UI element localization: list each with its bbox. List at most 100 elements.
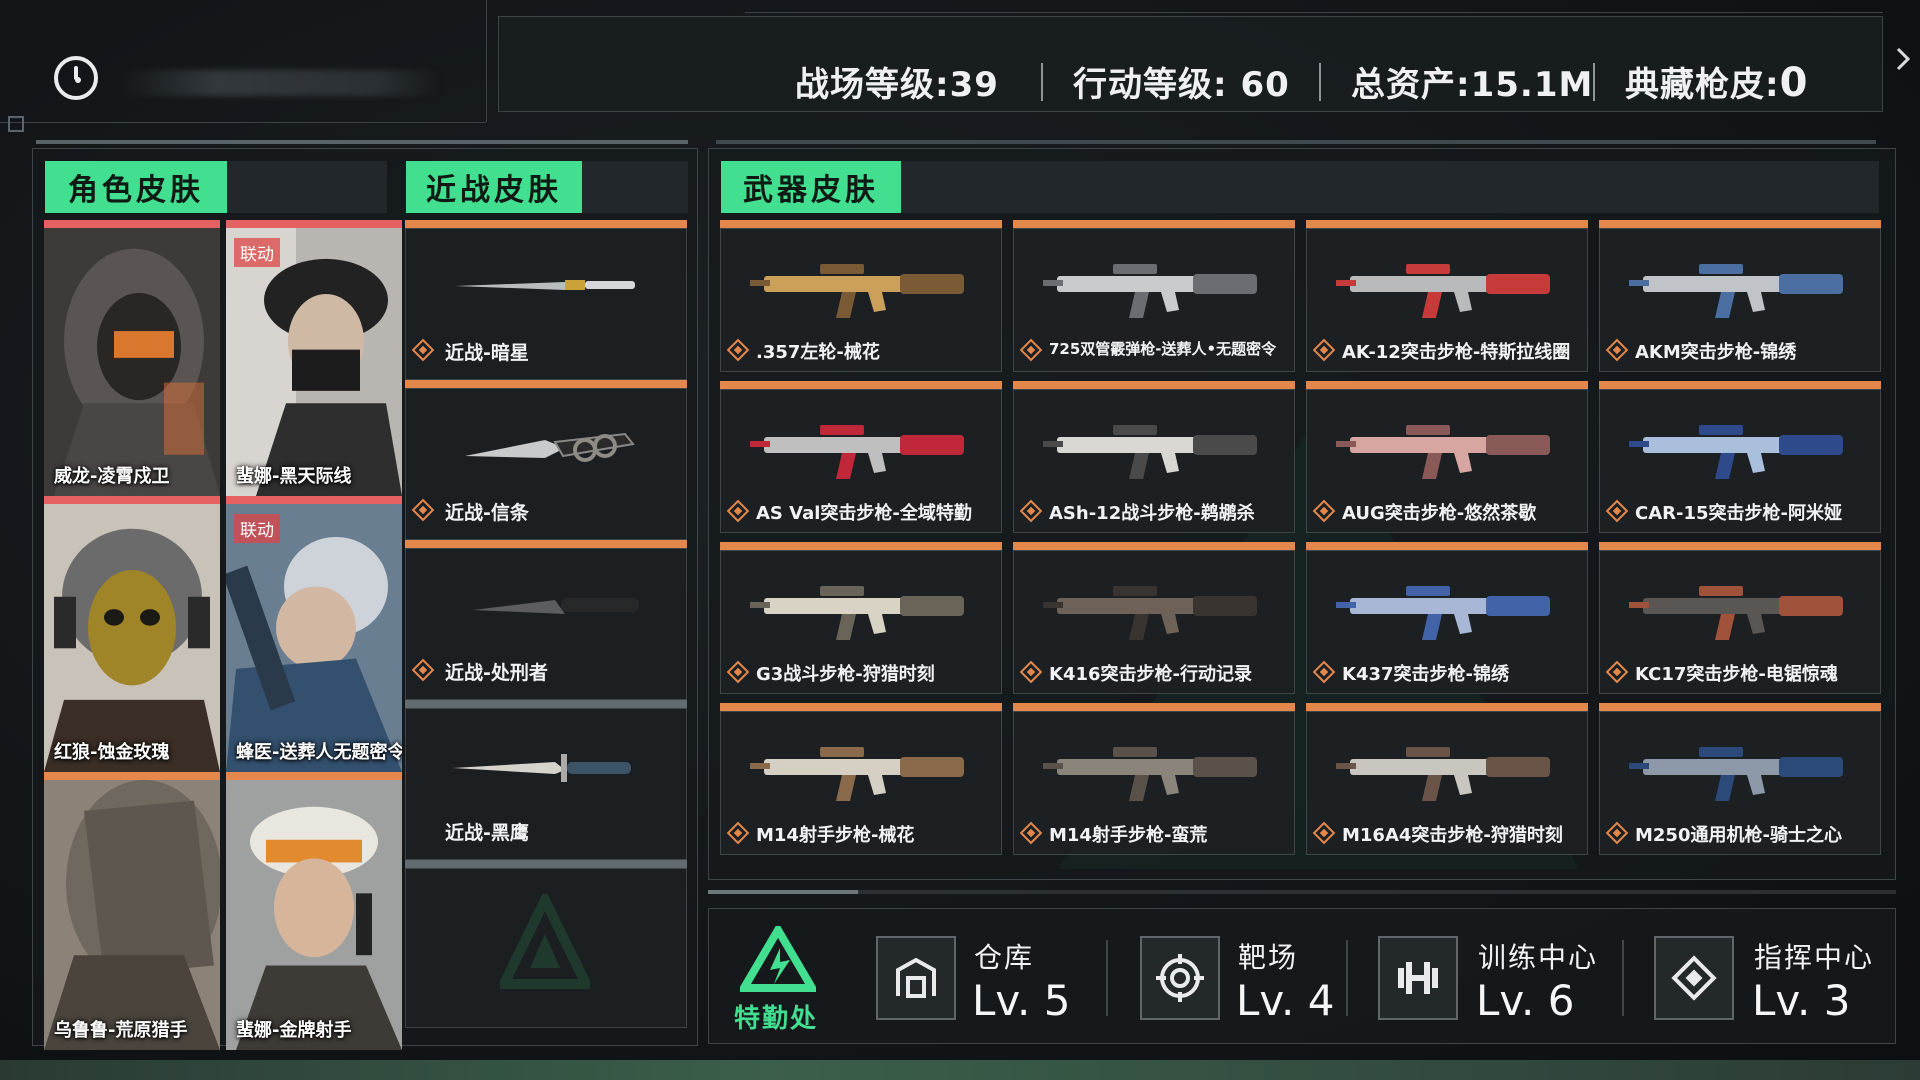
weapon-name: AS Val突击步枪-全域特勤	[756, 503, 972, 524]
collab-badge: 联动	[234, 238, 280, 267]
weapon-card[interactable]: M14射手步枪-蛮荒	[1013, 703, 1295, 855]
weapon-card[interactable]: ASh-12战斗步枪-鹈鹕杀	[1013, 381, 1295, 533]
weapon-image	[750, 264, 964, 318]
collection-skins: 典藏枪皮:0	[1625, 57, 1808, 106]
weapon-name: K437突击步枪-锦绣	[1342, 664, 1509, 685]
weapon-image	[1629, 747, 1843, 801]
melee-name: 近战-黑鹰	[445, 822, 529, 844]
stat-separator	[1041, 63, 1043, 101]
weapon-image	[1336, 264, 1550, 318]
weapon-name: M250通用机枪-骑士之心	[1635, 825, 1842, 846]
facility-name: 仓库	[974, 941, 1035, 974]
operation-level-label: 行动等级:	[1073, 65, 1241, 105]
scrollbar-thumb[interactable]	[708, 890, 858, 894]
weapon-card[interactable]: M16A4突击步枪-狩猎时刻	[1306, 703, 1588, 855]
weapon-image	[1043, 747, 1257, 801]
collab-badge: 联动	[234, 514, 280, 543]
divider	[0, 122, 486, 123]
weapon-name: M14射手步枪-蛮荒	[1049, 825, 1208, 846]
weapon-card[interactable]: AKM突击步枪-锦绣	[1599, 220, 1881, 372]
weapon-image	[1043, 264, 1257, 318]
collection-skins-value: 0	[1779, 60, 1809, 106]
character-card[interactable]: 联动 蜂医-送葬人无题密令	[226, 496, 402, 772]
weapon-image	[750, 747, 964, 801]
weapon-image	[750, 586, 964, 640]
character-portrait	[226, 780, 402, 1050]
dumbbell-icon	[1398, 962, 1438, 994]
character-name: 威龙-凌霄戍卫	[54, 466, 170, 487]
melee-card[interactable]: 近战-信条	[405, 380, 687, 540]
weapon-card[interactable]: KC17突击步枪-电锯惊魂	[1599, 542, 1881, 694]
weapon-image	[1336, 425, 1550, 479]
chevron-right-icon[interactable]	[1894, 46, 1912, 72]
character-name: 蜚娜-金牌射手	[236, 1020, 352, 1041]
battlefield-level: 战场等级:39	[795, 57, 999, 106]
logistics-icon	[740, 926, 816, 992]
battlefield-level-value: 39	[949, 65, 999, 105]
target-icon	[1156, 954, 1204, 1002]
weapon-card[interactable]: AK-12突击步枪-特斯拉线圈	[1306, 220, 1588, 372]
weapon-image	[1043, 425, 1257, 479]
weapon-name: M14射手步枪-械花	[756, 825, 915, 846]
facility-warehouse-button[interactable]	[876, 936, 956, 1020]
total-assets-label: 总资产:	[1351, 65, 1471, 105]
facility-training-button[interactable]	[1378, 936, 1458, 1020]
character-card[interactable]: 乌鲁鲁-荒原猎手	[44, 772, 220, 1050]
character-card[interactable]: 联动 蜚娜-黑天际线	[226, 220, 402, 496]
player-stats-bar: 战场等级:39 行动等级: 60 总资产:15.1M 典藏枪皮:0	[498, 16, 1883, 112]
tab-filler	[227, 161, 387, 213]
operation-level-value: 60	[1240, 65, 1290, 105]
character-name: 乌鲁鲁-荒原猎手	[54, 1020, 188, 1041]
weapon-name: M16A4突击步枪-狩猎时刻	[1342, 825, 1563, 846]
tab-weapon-skins[interactable]: 武器皮肤	[721, 161, 901, 213]
facility-range-button[interactable]	[1140, 936, 1220, 1020]
clock-icon[interactable]	[54, 56, 98, 100]
weapon-image	[1629, 586, 1843, 640]
weapon-name: G3战斗步枪-狩猎时刻	[756, 664, 935, 685]
character-portrait	[226, 228, 402, 496]
tab-melee-skins[interactable]: 近战皮肤	[406, 161, 582, 213]
weapon-card[interactable]: K437突击步枪-锦绣	[1306, 542, 1588, 694]
weapon-name: CAR-15突击步枪-阿米娅	[1635, 503, 1842, 524]
weapon-image	[1336, 586, 1550, 640]
logistics-button[interactable]: 特勤处	[718, 918, 838, 1034]
character-name: 蜂医-送葬人无题密令	[236, 742, 402, 763]
battlefield-level-label: 战场等级:	[795, 65, 950, 105]
weapon-card[interactable]: K416突击步枪-行动记录	[1013, 542, 1295, 694]
weapon-card[interactable]: M250通用机枪-骑士之心	[1599, 703, 1881, 855]
scrollbar-track[interactable]	[708, 890, 1896, 894]
melee-name: 近战-暗星	[445, 342, 529, 364]
knife-image	[473, 598, 639, 614]
facility-level: Lv. 3	[1752, 976, 1851, 1025]
character-name: 红狼-蚀金玫瑰	[54, 742, 170, 763]
facility-command-button[interactable]	[1654, 936, 1734, 1020]
melee-card[interactable]: 近战-暗星	[405, 220, 687, 380]
tab-character-skins[interactable]: 角色皮肤	[45, 161, 227, 213]
weapon-card[interactable]: G3战斗步枪-狩猎时刻	[720, 542, 1002, 694]
character-card[interactable]: 蜚娜-金牌射手	[226, 772, 402, 1050]
weapon-card[interactable]: AUG突击步枪-悠然茶歇	[1306, 381, 1588, 533]
weapon-name: AKM突击步枪-锦绣	[1635, 342, 1797, 363]
character-card[interactable]: 红狼-蚀金玫瑰	[44, 496, 220, 772]
delta-logo-icon	[500, 894, 590, 989]
weapon-card[interactable]: .357左轮-械花	[720, 220, 1002, 372]
melee-name: 近战-处刑者	[445, 662, 548, 684]
weapon-card[interactable]: AS Val突击步枪-全域特勤	[720, 381, 1002, 533]
operation-level: 行动等级: 60	[1073, 57, 1290, 106]
weapon-card[interactable]: CAR-15突击步枪-阿米娅	[1599, 381, 1881, 533]
character-portrait	[44, 780, 220, 1050]
facility-name: 训练中心	[1478, 941, 1599, 974]
weapon-image	[1336, 747, 1550, 801]
weapon-name: ASh-12战斗步枪-鹈鹕杀	[1049, 503, 1255, 524]
melee-card[interactable]: 近战-处刑者	[405, 540, 687, 700]
knife-image	[465, 432, 635, 462]
melee-card[interactable]: 近战-黑鹰	[405, 700, 687, 860]
command-icon	[1671, 955, 1717, 1001]
bottom-strip	[0, 1060, 1920, 1080]
divider	[745, 12, 1883, 13]
character-card[interactable]: 威龙-凌霄戍卫	[44, 220, 220, 496]
weapon-card[interactable]: M14射手步枪-械花	[720, 703, 1002, 855]
weapon-name: K416突击步枪-行动记录	[1049, 664, 1252, 685]
divider	[486, 0, 487, 122]
weapon-card[interactable]: 725双管霰弹枪-送葬人•无题密令	[1013, 220, 1295, 372]
